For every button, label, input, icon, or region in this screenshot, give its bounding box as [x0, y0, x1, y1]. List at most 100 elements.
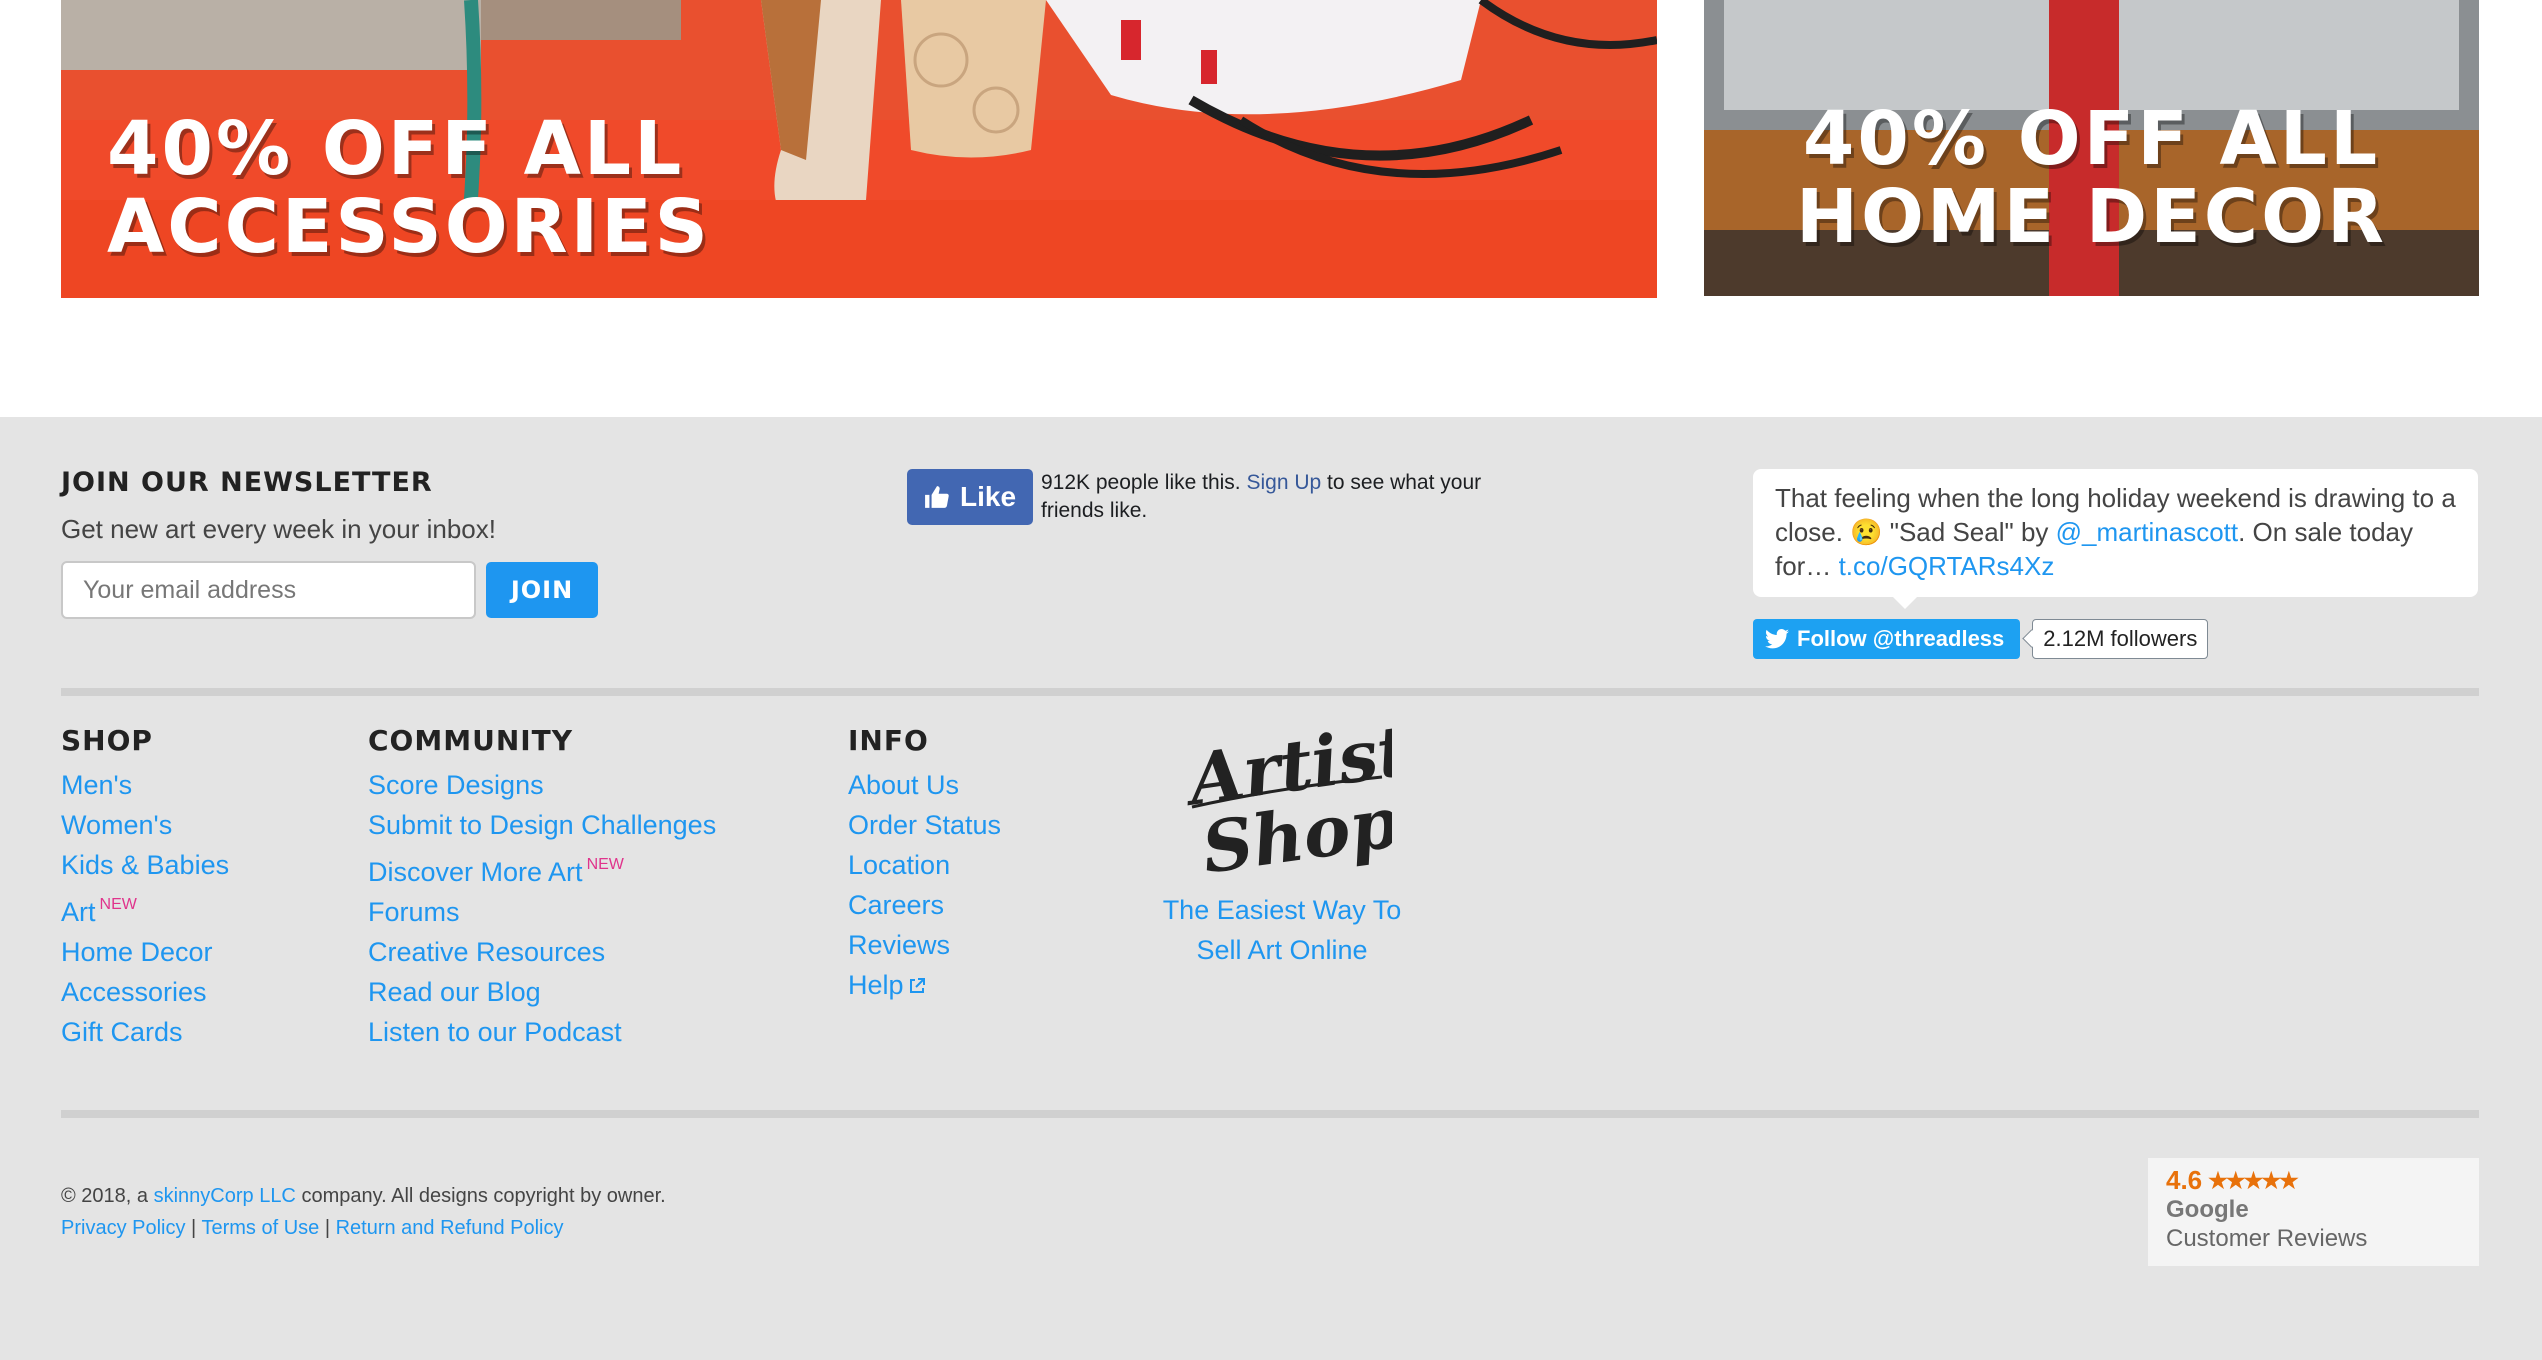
- rating-line: 4.6 ★★★★★: [2166, 1166, 2461, 1195]
- copyright-prefix: © 2018, a: [61, 1185, 149, 1207]
- shop-link-home-decor[interactable]: Home Decor: [61, 937, 213, 967]
- list-item: Men's: [61, 765, 229, 805]
- twitter-actions: Follow @threadless 2.12M followers: [1753, 619, 2478, 659]
- list-item: Home Decor: [61, 932, 229, 972]
- list-item: Women's: [61, 805, 229, 845]
- community-link-discover-art[interactable]: Discover More Art: [368, 857, 583, 887]
- footer-shop-column: SHOP Men's Women's Kids & Babies Art NEW …: [61, 724, 229, 1052]
- community-link-blog[interactable]: Read our Blog: [368, 977, 541, 1007]
- facebook-like-text: 912K people like this. Sign Up to see wh…: [1041, 469, 1541, 525]
- banner-accessories[interactable]: 40% OFF ALL ACCESSORIES: [61, 0, 1657, 298]
- refund-policy-link[interactable]: Return and Refund Policy: [336, 1217, 564, 1239]
- community-link-forums[interactable]: Forums: [368, 897, 460, 927]
- shop-heading: SHOP: [61, 724, 153, 757]
- footer-info-column: INFO About Us Order Status Location Care…: [848, 724, 1001, 1005]
- google-reviews-badge[interactable]: 4.6 ★★★★★ Google Customer Reviews: [2148, 1158, 2479, 1266]
- tagline-line-1: The Easiest Way To: [1162, 895, 1402, 925]
- twitter-follower-count[interactable]: 2.12M followers: [2032, 619, 2209, 659]
- community-links: Score Designs Submit to Design Challenge…: [368, 765, 716, 1052]
- shop-links: Men's Women's Kids & Babies Art NEW Home …: [61, 765, 229, 1052]
- shop-link-art[interactable]: Art: [61, 897, 96, 927]
- banner-accessories-line1: 40% OFF ALL: [107, 106, 685, 192]
- list-item: Location: [848, 845, 1001, 885]
- list-item: Read our Blog: [368, 972, 716, 1012]
- info-link-location[interactable]: Location: [848, 850, 950, 880]
- tweet-handle-link[interactable]: @_martinascott: [2056, 517, 2238, 547]
- shop-link-kids-babies[interactable]: Kids & Babies: [61, 850, 229, 880]
- newsletter-form: JOIN: [61, 561, 701, 619]
- tweet-bubble: That feeling when the long holiday weeke…: [1753, 469, 2478, 609]
- link-separator: |: [191, 1217, 197, 1239]
- terms-of-use-link[interactable]: Terms of Use: [201, 1217, 319, 1239]
- list-item: Order Status: [848, 805, 1001, 845]
- banner-home-decor-line2: HOME DECOR: [1796, 174, 2387, 260]
- community-link-podcast[interactable]: Listen to our Podcast: [368, 1017, 622, 1047]
- info-link-about[interactable]: About Us: [848, 770, 959, 800]
- list-item: Kids & Babies: [61, 845, 229, 885]
- copyright-suffix: company. All designs copyright by owner.: [301, 1185, 666, 1207]
- banner-home-decor-line1: 40% OFF ALL: [1802, 96, 2381, 182]
- banner-accessories-line2: ACCESSORIES: [107, 184, 711, 270]
- twitter-follow-label: Follow @threadless: [1797, 626, 2005, 651]
- facebook-count: 912K people like this.: [1041, 471, 1241, 494]
- customer-reviews-label: Customer Reviews: [2166, 1225, 2368, 1252]
- list-item: Discover More Art NEW: [368, 845, 716, 892]
- site-footer: JOIN OUR NEWSLETTER Get new art every we…: [0, 417, 2542, 1360]
- external-link-icon: [909, 978, 925, 993]
- join-button[interactable]: JOIN: [486, 562, 598, 618]
- list-item: About Us: [848, 765, 1001, 805]
- list-item: Art NEW: [61, 885, 229, 932]
- tweet-short-link[interactable]: t.co/GQRTARs4Xz: [1839, 551, 2055, 581]
- footer-divider-bottom: [61, 1110, 2479, 1118]
- facebook-like-widget: Like 912K people like this. Sign Up to s…: [907, 469, 1541, 525]
- artist-shops-logo: Artist Shops: [1178, 717, 1392, 882]
- info-link-help[interactable]: Help: [848, 970, 904, 1000]
- new-badge: NEW: [586, 856, 624, 873]
- shop-link-womens[interactable]: Women's: [61, 810, 172, 840]
- footer-community-column: COMMUNITY Score Designs Submit to Design…: [368, 724, 716, 1052]
- policy-links: Privacy Policy | Terms of Use | Return a…: [61, 1212, 666, 1244]
- artist-shops-tagline: The Easiest Way To Sell Art Online: [1162, 890, 1402, 970]
- banner-home-decor-title: 40% OFF ALL HOME DECOR: [1704, 100, 2479, 256]
- list-item: Accessories: [61, 972, 229, 1012]
- community-heading: COMMUNITY: [368, 724, 574, 757]
- email-input[interactable]: [61, 561, 476, 619]
- newsletter-section: JOIN OUR NEWSLETTER Get new art every we…: [61, 467, 701, 619]
- list-item: Creative Resources: [368, 932, 716, 972]
- newsletter-subtext: Get new art every week in your inbox!: [61, 514, 496, 544]
- list-item: Forums: [368, 892, 716, 932]
- list-item: Gift Cards: [61, 1012, 229, 1052]
- twitter-bird-icon: [1765, 629, 1789, 649]
- info-link-careers[interactable]: Careers: [848, 890, 944, 920]
- company-link[interactable]: skinnyCorp LLC: [154, 1185, 296, 1207]
- footer-divider-top: [61, 688, 2479, 696]
- rating-value: 4.6: [2166, 1165, 2203, 1195]
- banner-accessories-title: 40% OFF ALL ACCESSORIES: [107, 110, 711, 266]
- google-brand: Google: [2166, 1196, 2249, 1223]
- twitter-follow-button[interactable]: Follow @threadless: [1753, 619, 2021, 659]
- facebook-like-button[interactable]: Like: [907, 469, 1033, 525]
- shop-link-mens[interactable]: Men's: [61, 770, 132, 800]
- info-link-order-status[interactable]: Order Status: [848, 810, 1001, 840]
- community-link-design-challenges[interactable]: Submit to Design Challenges: [368, 810, 716, 840]
- artist-shops-promo[interactable]: Artist Shops The Easiest Way To Sell Art…: [1162, 717, 1402, 970]
- community-link-score-designs[interactable]: Score Designs: [368, 770, 544, 800]
- copyright-line: © 2018, a skinnyCorp LLC company. All de…: [61, 1180, 666, 1212]
- shop-link-accessories[interactable]: Accessories: [61, 977, 207, 1007]
- link-separator: |: [324, 1217, 331, 1239]
- banner-home-decor[interactable]: 40% OFF ALL HOME DECOR: [1704, 0, 2479, 296]
- thumbs-up-icon: [925, 486, 949, 508]
- privacy-policy-link[interactable]: Privacy Policy: [61, 1217, 185, 1239]
- facebook-like-label: Like: [959, 481, 1017, 512]
- community-link-creative-resources[interactable]: Creative Resources: [368, 937, 605, 967]
- list-item: Help: [848, 965, 1001, 1005]
- legal-section: © 2018, a skinnyCorp LLC company. All de…: [61, 1180, 666, 1244]
- promo-area: 40% OFF ALL ACCESSORIES 40% OFF ALL HOME…: [0, 0, 2542, 417]
- list-item: Listen to our Podcast: [368, 1012, 716, 1052]
- info-heading: INFO: [848, 724, 929, 757]
- list-item: Careers: [848, 885, 1001, 925]
- shop-link-gift-cards[interactable]: Gift Cards: [61, 1017, 183, 1047]
- info-link-reviews[interactable]: Reviews: [848, 930, 950, 960]
- facebook-signup-link[interactable]: Sign Up: [1246, 471, 1321, 494]
- tagline-line-2: Sell Art Online: [1196, 935, 1368, 965]
